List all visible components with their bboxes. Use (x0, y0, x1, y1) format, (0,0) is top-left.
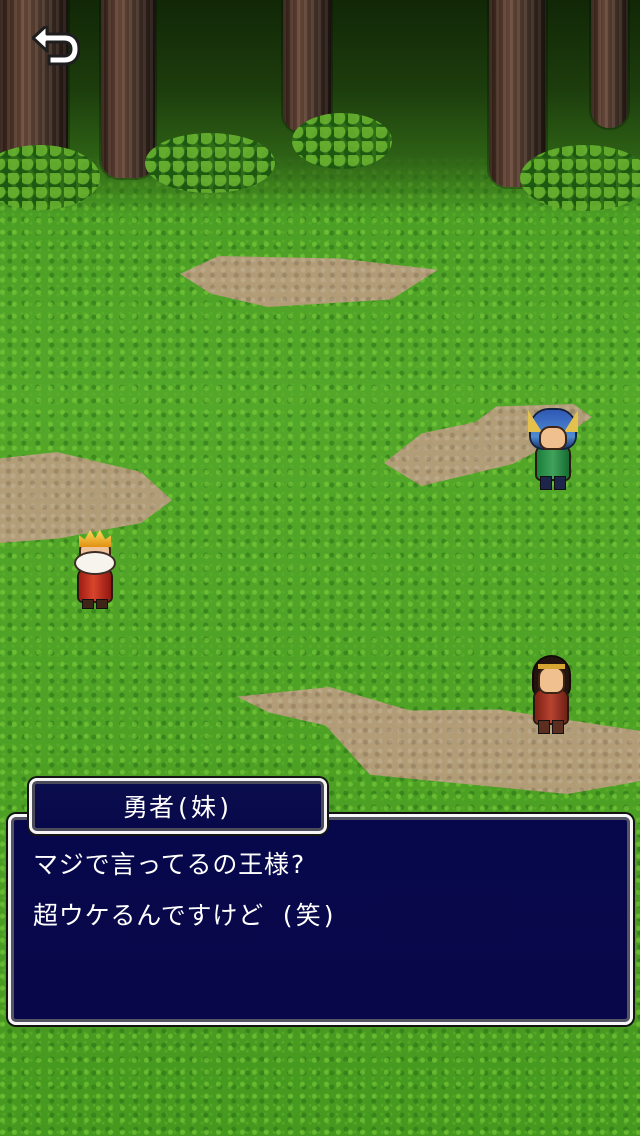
gold-headband (538, 664, 565, 669)
crown-icon (79, 529, 111, 547)
king-sprite[interactable] (69, 529, 121, 611)
tree-trunk (283, 0, 331, 132)
character-leg (97, 600, 107, 608)
tree-trunk (591, 0, 628, 128)
green-tunic (537, 446, 569, 479)
forest-bush (145, 133, 275, 193)
character-leg (83, 600, 93, 608)
forest-bush (520, 145, 640, 211)
character-leg (539, 721, 549, 733)
character-leg (555, 477, 565, 489)
tree-trunk (101, 0, 155, 178)
dialog-message-window[interactable]: マジで言ってるの王様? 超ウケるんですけど (笑) (8, 814, 633, 1025)
royal-red-robe (79, 569, 111, 601)
dialog-line: マジで言ってるの王様? (33, 850, 306, 879)
speaker-name: 勇者(妹) (122, 793, 234, 822)
dialog-line: 超ウケるんですけど (笑) (33, 901, 338, 930)
character-face (541, 428, 565, 448)
king-beard (76, 553, 114, 573)
character-face (540, 668, 563, 692)
red-outfit (535, 690, 567, 723)
hero-sister-sprite[interactable] (525, 654, 577, 736)
character-leg (553, 721, 563, 733)
horned-helmet-hero-sprite[interactable] (527, 410, 579, 492)
back-button[interactable] (29, 23, 83, 81)
character-leg (541, 477, 551, 489)
game-screen: マジで言ってるの王様? 超ウケるんですけど (笑) 勇者(妹) (0, 0, 640, 1136)
back-arrow-icon (32, 26, 80, 66)
forest-bush (0, 145, 100, 210)
speaker-name-window: 勇者(妹) (29, 778, 327, 834)
forest-tree-line (0, 0, 640, 215)
forest-bush (292, 113, 392, 169)
